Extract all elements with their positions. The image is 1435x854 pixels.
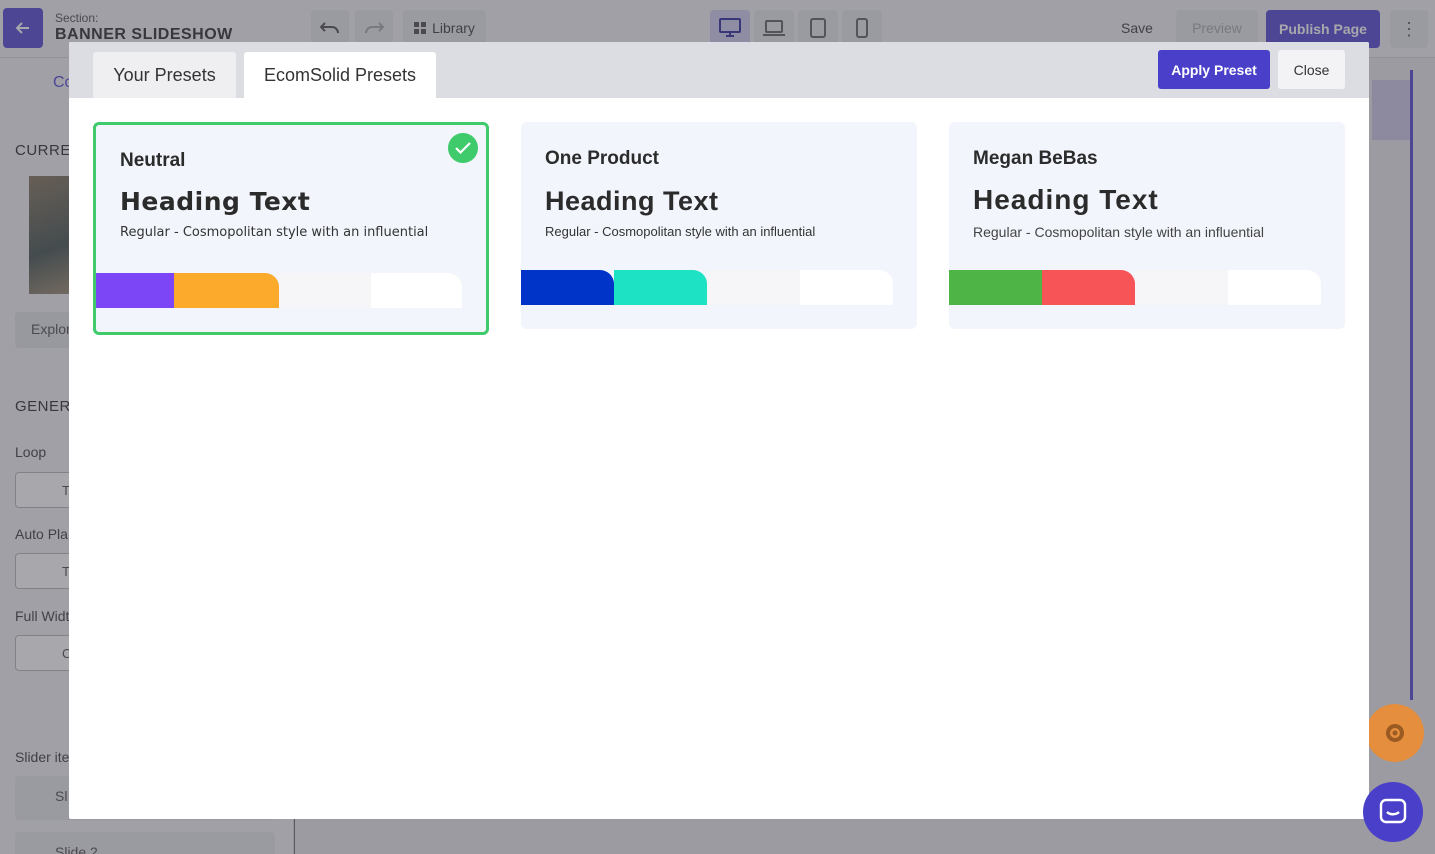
preset-color-swatches: [949, 270, 1321, 305]
color-swatch: [173, 273, 279, 308]
preset-card-one-product[interactable]: One Product Heading Text Regular - Cosmo…: [521, 122, 917, 329]
preset-description: Regular - Cosmopolitan style with an inf…: [120, 225, 429, 240]
check-icon: [455, 142, 471, 154]
tab-your-presets[interactable]: Your Presets: [93, 52, 236, 98]
preset-heading-sample: Heading Text: [973, 184, 1159, 215]
color-swatch: [279, 273, 371, 308]
color-swatch: [1042, 270, 1135, 305]
preset-name: Megan BeBas: [973, 148, 1098, 169]
preset-card-megan-bebas[interactable]: Megan BeBas Heading Text Regular - Cosmo…: [949, 122, 1345, 329]
color-swatch: [949, 270, 1042, 305]
apply-preset-button[interactable]: Apply Preset: [1158, 50, 1270, 89]
color-swatch: [521, 270, 614, 305]
color-swatch: [707, 270, 800, 305]
preset-description: Regular - Cosmopolitan style with an inf…: [545, 224, 816, 239]
color-swatch: [1228, 270, 1321, 305]
preset-description: Regular - Cosmopolitan style with an inf…: [973, 224, 1265, 240]
color-swatch: [1135, 270, 1228, 305]
preset-name: One Product: [545, 148, 660, 169]
preset-heading-sample: Heading Text: [545, 186, 719, 216]
color-swatch: [614, 270, 707, 305]
color-swatch: [370, 273, 462, 308]
chat-fab[interactable]: [1363, 782, 1423, 842]
selected-check-badge: [448, 133, 478, 163]
preset-color-swatches: [521, 270, 893, 305]
color-swatch: [800, 270, 893, 305]
chat-icon: [1379, 798, 1407, 824]
preset-color-swatches: [96, 273, 462, 308]
preset-card-neutral[interactable]: Neutral Heading Text Regular - Cosmopoli…: [93, 122, 489, 335]
modal-header: Your Presets EcomSolid Presets Apply Pre…: [69, 42, 1369, 98]
settings-fab[interactable]: [1366, 704, 1424, 762]
preset-name: Neutral: [120, 150, 186, 171]
tab-ecomsolid-presets[interactable]: EcomSolid Presets: [244, 52, 436, 98]
preset-heading-sample: Heading Text: [120, 187, 311, 216]
gear-icon: [1386, 724, 1404, 742]
presets-modal: Your Presets EcomSolid Presets Apply Pre…: [69, 42, 1369, 819]
close-button[interactable]: Close: [1278, 50, 1345, 89]
